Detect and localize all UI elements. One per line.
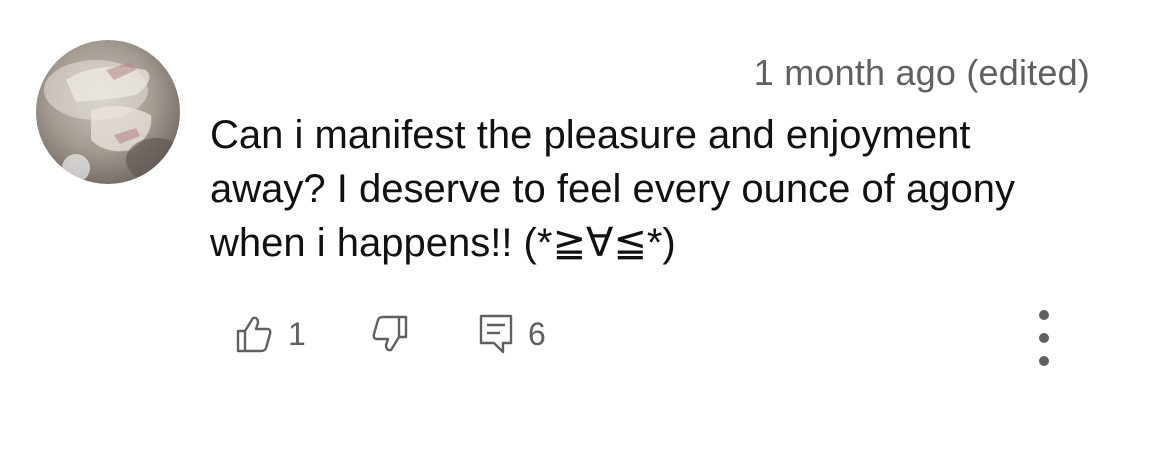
more-vertical-icon: [1039, 333, 1049, 343]
comment-text-line: away? I deserve to feel every ounce of a…: [210, 167, 1015, 211]
like-count: 1: [288, 315, 306, 352]
avatar-image: [44, 60, 180, 182]
more-vertical-icon: [1039, 356, 1049, 366]
reply-button[interactable]: 6: [478, 310, 546, 358]
comment-text-line: when i happens!! (*≧∀≦*): [210, 221, 676, 265]
avatar[interactable]: [36, 40, 180, 184]
thumbs-down-icon: [372, 315, 408, 352]
comment-icon: [479, 314, 513, 354]
more-vertical-icon: [1039, 310, 1049, 320]
reply-count: 6: [528, 315, 546, 352]
like-button[interactable]: 1: [234, 310, 306, 358]
comment-text: Can i manifest the pleasure and enjoymen…: [210, 108, 1110, 270]
more-options-button[interactable]: [1028, 310, 1060, 366]
comment-card: 1 month ago (edited) Can i manifest the …: [0, 0, 1170, 449]
comment-timestamp: 1 month ago (edited): [753, 52, 1090, 93]
comment-action-bar: 1 6: [0, 310, 1170, 366]
comment-text-line: Can i manifest the pleasure and enjoymen…: [210, 113, 971, 157]
thumbs-up-icon: [236, 316, 272, 353]
dislike-button[interactable]: [370, 310, 410, 358]
